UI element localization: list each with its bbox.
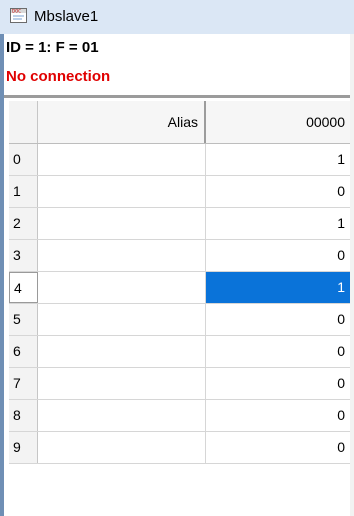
- table-row[interactable]: 5 0: [9, 304, 350, 336]
- alias-cell[interactable]: [38, 336, 206, 367]
- value-cell[interactable]: 0: [206, 336, 350, 367]
- title-bar[interactable]: DOC Mbslave1: [0, 0, 354, 34]
- right-frame-border: [350, 34, 354, 516]
- grid-header-row: Alias 00000: [9, 101, 350, 144]
- table-row[interactable]: 6 0: [9, 336, 350, 368]
- alias-cell[interactable]: [38, 208, 206, 239]
- mbslave-window: DOC Mbslave1 ID = 1: F = 01 No connectio…: [0, 0, 354, 516]
- value-cell[interactable]: 0: [206, 176, 350, 207]
- table-row[interactable]: 7 0: [9, 368, 350, 400]
- table-row[interactable]: 8 0: [9, 400, 350, 432]
- table-row[interactable]: 9 0: [9, 432, 350, 464]
- column-header-alias[interactable]: Alias: [38, 101, 206, 143]
- row-index-cell[interactable]: 1: [9, 176, 38, 207]
- table-row[interactable]: 1 0: [9, 176, 350, 208]
- window-title: Mbslave1: [34, 8, 99, 25]
- table-row[interactable]: 2 1: [9, 208, 350, 240]
- value-cell[interactable]: 0: [206, 432, 350, 463]
- table-row[interactable]: 0 1: [9, 144, 350, 176]
- alias-cell[interactable]: [38, 240, 206, 271]
- alias-cell[interactable]: [38, 400, 206, 431]
- value-cell[interactable]: 0: [206, 400, 350, 431]
- column-header-address[interactable]: 00000: [206, 101, 350, 143]
- header-corner-cell[interactable]: [9, 101, 38, 143]
- value-cell[interactable]: 0: [206, 240, 350, 271]
- row-index-cell[interactable]: 6: [9, 336, 38, 367]
- table-row[interactable]: 3 0: [9, 240, 350, 272]
- row-index-cell[interactable]: 0: [9, 144, 38, 175]
- alias-cell[interactable]: [38, 368, 206, 399]
- row-index-cell[interactable]: 9: [9, 432, 38, 463]
- row-index-cell[interactable]: 2: [9, 208, 38, 239]
- value-cell[interactable]: 1: [206, 144, 350, 175]
- alias-cell[interactable]: [38, 144, 206, 175]
- left-frame-border: [0, 34, 4, 516]
- row-index-cell[interactable]: 5: [9, 304, 38, 335]
- row-index-cell[interactable]: 8: [9, 400, 38, 431]
- alias-cell[interactable]: [38, 272, 206, 303]
- value-cell[interactable]: 0: [206, 368, 350, 399]
- value-cell[interactable]: 1: [206, 208, 350, 239]
- row-index-cell[interactable]: 3: [9, 240, 38, 271]
- row-index-cell[interactable]: 4: [9, 272, 38, 303]
- alias-cell[interactable]: [38, 304, 206, 335]
- value-cell-selected[interactable]: 1: [206, 272, 350, 303]
- table-row-selected[interactable]: 4 1: [9, 272, 350, 304]
- value-cell[interactable]: 0: [206, 304, 350, 335]
- grid-separator: [4, 95, 350, 98]
- slave-id-status: ID = 1: F = 01: [6, 39, 99, 56]
- alias-cell[interactable]: [38, 176, 206, 207]
- register-grid: Alias 00000 0 1 1 0 2 1 3 0 4 1 5 0 6 0 …: [9, 101, 350, 464]
- row-index-cell[interactable]: 7: [9, 368, 38, 399]
- connection-status: No connection: [6, 68, 111, 85]
- app-document-icon: DOC: [10, 8, 27, 23]
- alias-cell[interactable]: [38, 432, 206, 463]
- svg-text:DOC: DOC: [12, 9, 21, 14]
